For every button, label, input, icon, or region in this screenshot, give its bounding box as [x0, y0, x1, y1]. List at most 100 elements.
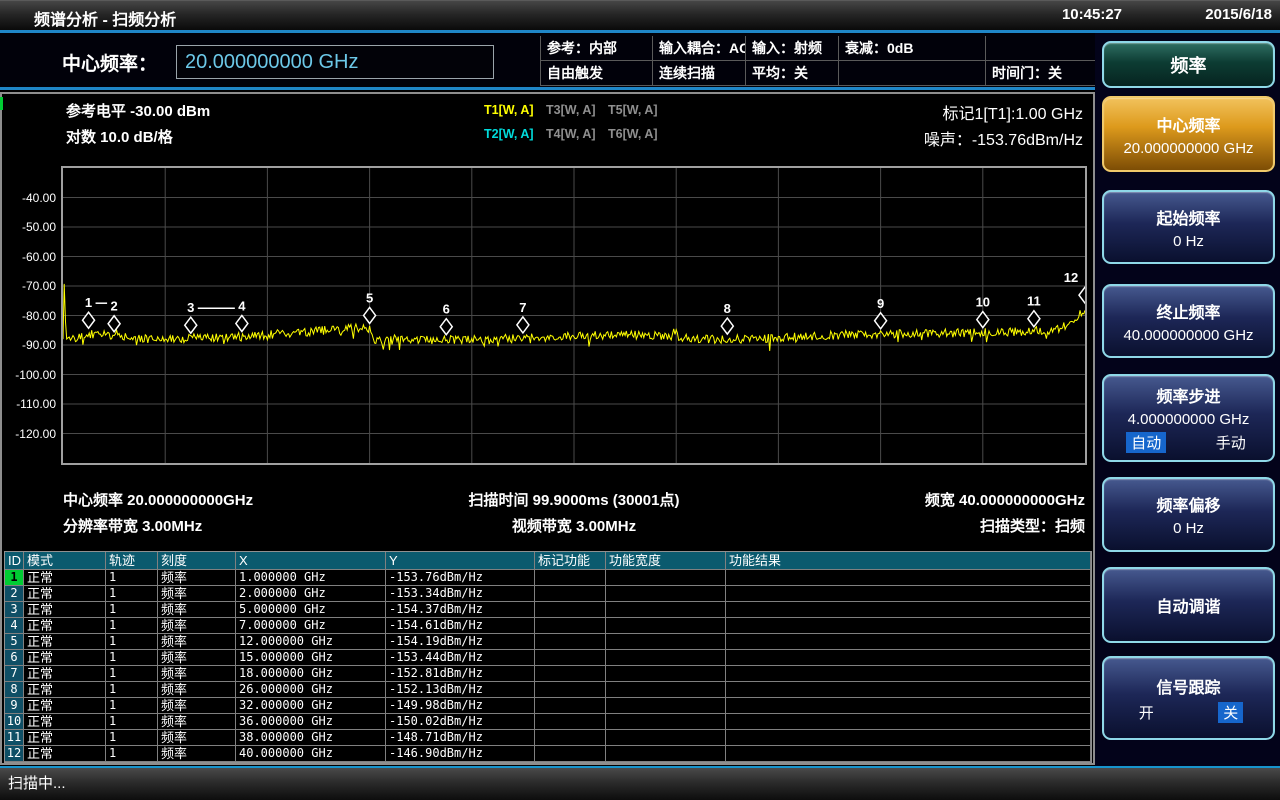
- sidebar-button-signal-tracking[interactable]: 信号跟踪开 关: [1102, 656, 1275, 740]
- marker-diamond-7[interactable]: [517, 317, 529, 333]
- cell-2-7: [535, 586, 606, 602]
- cell-11-6: -148.71dBm/Hz: [386, 730, 535, 746]
- cell-2-4: 频率: [158, 586, 236, 602]
- cell-7-4: 频率: [158, 666, 236, 682]
- column-header-4: 刻度: [158, 552, 236, 570]
- center-frequency-input[interactable]: [176, 45, 494, 79]
- marker-diamond-3[interactable]: [185, 317, 197, 333]
- marker-table-row-9[interactable]: 9正常1频率32.000000 GHz-149.98dBm/Hz: [5, 698, 1091, 714]
- cell-8-1: 8: [5, 682, 24, 698]
- cell-11-5: 38.000000 GHz: [236, 730, 386, 746]
- sidebar-button-center-frequency[interactable]: 中心频率20.000000000 GHz: [1102, 96, 1275, 172]
- marker-table-row-5[interactable]: 5正常1频率12.000000 GHz-154.19dBm/Hz: [5, 634, 1091, 650]
- sidebar-button-frequency-step-line2: 4.000000000 GHz: [1128, 411, 1250, 428]
- sidebar-button-signal-tracking-line1: 信号跟踪: [1156, 674, 1220, 698]
- cell-4-8: [606, 618, 726, 634]
- sidebar-menu-title-label: 频率: [1171, 52, 1207, 78]
- cell-8-9: [726, 682, 1091, 698]
- frequency-step-option-2[interactable]: 手动: [1211, 432, 1251, 453]
- status-cell-1-3: 输入：射频: [746, 36, 839, 61]
- footer-rbw: 分辨率带宽 3.00MHz: [63, 515, 202, 536]
- trace-label-t6: T6[W, A]: [608, 127, 670, 151]
- marker-table-row-12[interactable]: 12正常1频率40.000000 GHz-146.90dBm/Hz: [5, 746, 1091, 762]
- marker-number-7: 7: [519, 300, 526, 315]
- frequency-step-toggle: 自动 手动: [1104, 432, 1273, 453]
- marker-diamond-11[interactable]: [1028, 311, 1040, 327]
- frequency-step-option-1[interactable]: 自动: [1126, 432, 1166, 453]
- marker-table-row-2[interactable]: 2正常1频率2.000000 GHz-153.34dBm/Hz: [5, 586, 1091, 602]
- spectrum-plot[interactable]: 123456789101112: [61, 166, 1087, 465]
- sidebar-button-center-frequency-line1: 中心频率: [1156, 112, 1220, 136]
- marker-table-row-8[interactable]: 8正常1频率26.000000 GHz-152.13dBm/Hz: [5, 682, 1091, 698]
- sidebar-button-frequency-offset[interactable]: 频率偏移0 Hz: [1102, 477, 1275, 552]
- clock-date: 2015/6/18: [1205, 6, 1272, 23]
- cell-10-3: 1: [106, 714, 158, 730]
- marker-diamond-2[interactable]: [108, 316, 120, 332]
- scale-label: 对数 10.0 dB/格: [66, 126, 173, 147]
- cell-5-6: -154.19dBm/Hz: [386, 634, 535, 650]
- cell-2-1: 2: [5, 586, 24, 602]
- cell-8-4: 频率: [158, 682, 236, 698]
- cell-3-3: 1: [106, 602, 158, 618]
- marker-number-5: 5: [366, 290, 373, 305]
- cell-2-2: 正常: [24, 586, 106, 602]
- cell-9-7: [535, 698, 606, 714]
- cell-8-3: 1: [106, 682, 158, 698]
- cell-2-5: 2.000000 GHz: [236, 586, 386, 602]
- marker-diamond-8[interactable]: [721, 318, 733, 334]
- header-accent-line: [0, 87, 1095, 90]
- column-header-8: 功能宽度: [606, 552, 726, 570]
- marker-table-row-7[interactable]: 7正常1频率18.000000 GHz-152.81dBm/Hz: [5, 666, 1091, 682]
- cell-5-9: [726, 634, 1091, 650]
- cell-9-6: -149.98dBm/Hz: [386, 698, 535, 714]
- y-tick--100.00: -100.00: [0, 368, 56, 382]
- y-tick--70.00: -70.00: [0, 279, 56, 293]
- cell-10-7: [535, 714, 606, 730]
- cell-5-2: 正常: [24, 634, 106, 650]
- cell-7-5: 18.000000 GHz: [236, 666, 386, 682]
- cell-1-7: [535, 570, 606, 586]
- signal-tracking-option-2[interactable]: 关: [1218, 702, 1243, 723]
- status-cell-2-4: [839, 61, 986, 86]
- column-header-6: Y: [386, 552, 535, 570]
- cell-3-7: [535, 602, 606, 618]
- signal-tracking-option-1[interactable]: 开: [1134, 702, 1159, 723]
- marker-diamond-1[interactable]: [83, 312, 95, 328]
- column-header-3: 轨迹: [106, 552, 158, 570]
- marker-table-row-11[interactable]: 11正常1频率38.000000 GHz-148.71dBm/Hz: [5, 730, 1091, 746]
- marker-table-row-1[interactable]: 1正常1频率1.000000 GHz-153.76dBm/Hz: [5, 570, 1091, 586]
- marker-diamond-5[interactable]: [364, 307, 376, 323]
- cell-12-8: [606, 746, 726, 762]
- cell-4-5: 7.000000 GHz: [236, 618, 386, 634]
- marker-diamond-10[interactable]: [977, 312, 989, 328]
- cell-4-7: [535, 618, 606, 634]
- cell-9-3: 1: [106, 698, 158, 714]
- sidebar-button-auto-tune[interactable]: 自动调谐: [1102, 567, 1275, 643]
- sidebar-button-start-frequency[interactable]: 起始频率0 Hz: [1102, 190, 1275, 264]
- marker-table-row-3[interactable]: 3正常1频率5.000000 GHz-154.37dBm/Hz: [5, 602, 1091, 618]
- cell-7-9: [726, 666, 1091, 682]
- cell-1-3: 1: [106, 570, 158, 586]
- marker-number-1: 1: [85, 295, 92, 310]
- marker-number-11: 11: [1027, 294, 1041, 309]
- title-bar: 频谱分析 - 扫频分析 10:45:27 2015/6/18: [0, 0, 1280, 30]
- cell-10-2: 正常: [24, 714, 106, 730]
- cell-1-8: [606, 570, 726, 586]
- trace-label-t4: T4[W, A]: [546, 127, 608, 151]
- cell-4-1: 4: [5, 618, 24, 634]
- cell-5-3: 1: [106, 634, 158, 650]
- cell-1-2: 正常: [24, 570, 106, 586]
- marker-table-row-10[interactable]: 10正常1频率36.000000 GHz-150.02dBm/Hz: [5, 714, 1091, 730]
- sidebar-button-frequency-step[interactable]: 频率步进4.000000000 GHz自动手动: [1102, 374, 1275, 462]
- sidebar-menu-title[interactable]: 频率: [1102, 41, 1275, 88]
- marker-table-row-6[interactable]: 6正常1频率15.000000 GHz-153.44dBm/Hz: [5, 650, 1091, 666]
- marker-diamond-4[interactable]: [236, 315, 248, 331]
- sidebar-button-frequency-offset-line1: 频率偏移: [1156, 492, 1220, 516]
- sidebar-button-stop-frequency[interactable]: 终止频率40.000000000 GHz: [1102, 284, 1275, 358]
- cell-12-9: [726, 746, 1091, 762]
- marker-diamond-12[interactable]: [1079, 287, 1085, 303]
- cell-6-6: -153.44dBm/Hz: [386, 650, 535, 666]
- marker-diamond-6[interactable]: [440, 319, 452, 335]
- cell-7-1: 7: [5, 666, 24, 682]
- marker-table-row-4[interactable]: 4正常1频率7.000000 GHz-154.61dBm/Hz: [5, 618, 1091, 634]
